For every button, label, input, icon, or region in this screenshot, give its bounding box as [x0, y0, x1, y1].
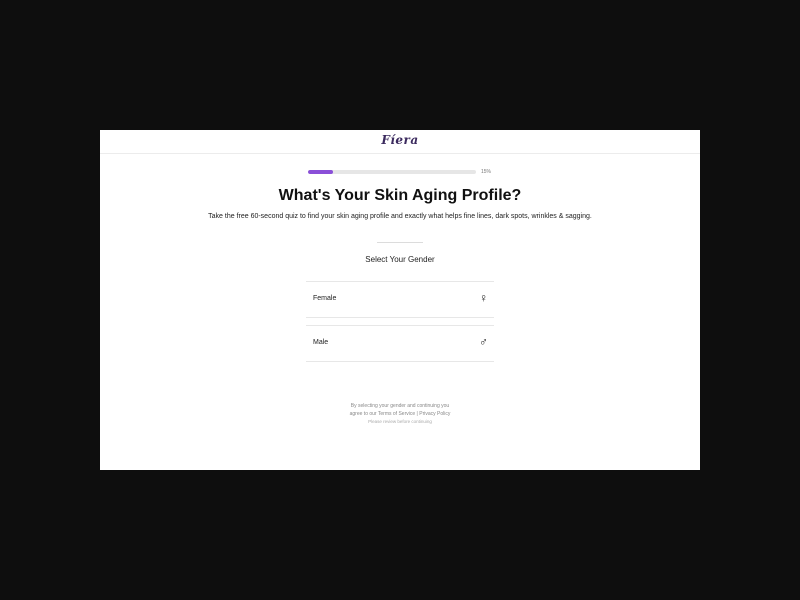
legal-note: Please review before continuing — [368, 419, 432, 424]
legal-separator: | — [416, 411, 418, 417]
divider — [377, 242, 423, 243]
page-title: What's Your Skin Aging Profile? — [278, 187, 522, 204]
option-label: Male — [313, 339, 329, 346]
legal-text: By selecting your gender and continuing … — [320, 402, 480, 418]
progress-label: 15% — [481, 169, 492, 175]
legal-line-1: By selecting your gender and continuing … — [350, 403, 450, 409]
option-female-button[interactable]: Female ♀ — [306, 281, 494, 318]
female-symbol-icon: ♀ — [479, 291, 488, 305]
legal-agree-prefix: agree to our — [349, 411, 377, 417]
header: Fíera — [100, 130, 700, 154]
male-symbol-icon: ♂ — [479, 335, 488, 349]
page-subtitle: Take the free 60-second quiz to find you… — [208, 213, 592, 220]
progress-track — [308, 170, 476, 174]
privacy-policy-link[interactable]: Privacy Policy — [419, 411, 450, 417]
terms-of-service-link[interactable]: Terms of Service — [378, 411, 415, 417]
progress-indicator: 15% — [308, 168, 498, 176]
question-label: Select Your Gender — [365, 255, 435, 264]
option-label: Female — [313, 295, 337, 302]
option-male-button[interactable]: Male ♂ — [306, 325, 494, 362]
brand-logo[interactable]: Fíera — [100, 133, 700, 147]
quiz-page: Fíera 15% What's Your Skin Aging Profile… — [100, 130, 700, 470]
progress-fill — [308, 170, 334, 174]
legal-line-2: agree to our Terms of Service | Privacy … — [320, 410, 480, 418]
